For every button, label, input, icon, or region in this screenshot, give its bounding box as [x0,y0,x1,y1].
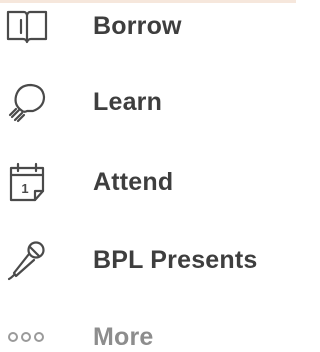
microphone-icon [5,238,49,282]
nav-item-label: Attend [93,167,174,196]
book-icon [5,4,49,48]
calendar-icon: 1 [5,160,49,204]
nav-item-attend[interactable]: 1 Attend [0,151,296,213]
main-nav-menu: Borrow Learn 1 Attend BPL Presents More [0,0,296,352]
lightbulb-icon [5,80,49,124]
nav-item-borrow[interactable]: Borrow [0,0,296,57]
nav-item-bpl-presents[interactable]: BPL Presents [0,229,296,291]
nav-item-learn[interactable]: Learn [0,71,296,133]
nav-item-label: Borrow [93,11,182,40]
nav-item-label: Learn [93,87,163,116]
nav-item-more[interactable]: More [0,306,296,352]
more-icon [5,315,49,352]
nav-item-label: BPL Presents [93,245,258,274]
nav-item-label: More [93,322,154,351]
svg-text:1: 1 [21,181,28,196]
